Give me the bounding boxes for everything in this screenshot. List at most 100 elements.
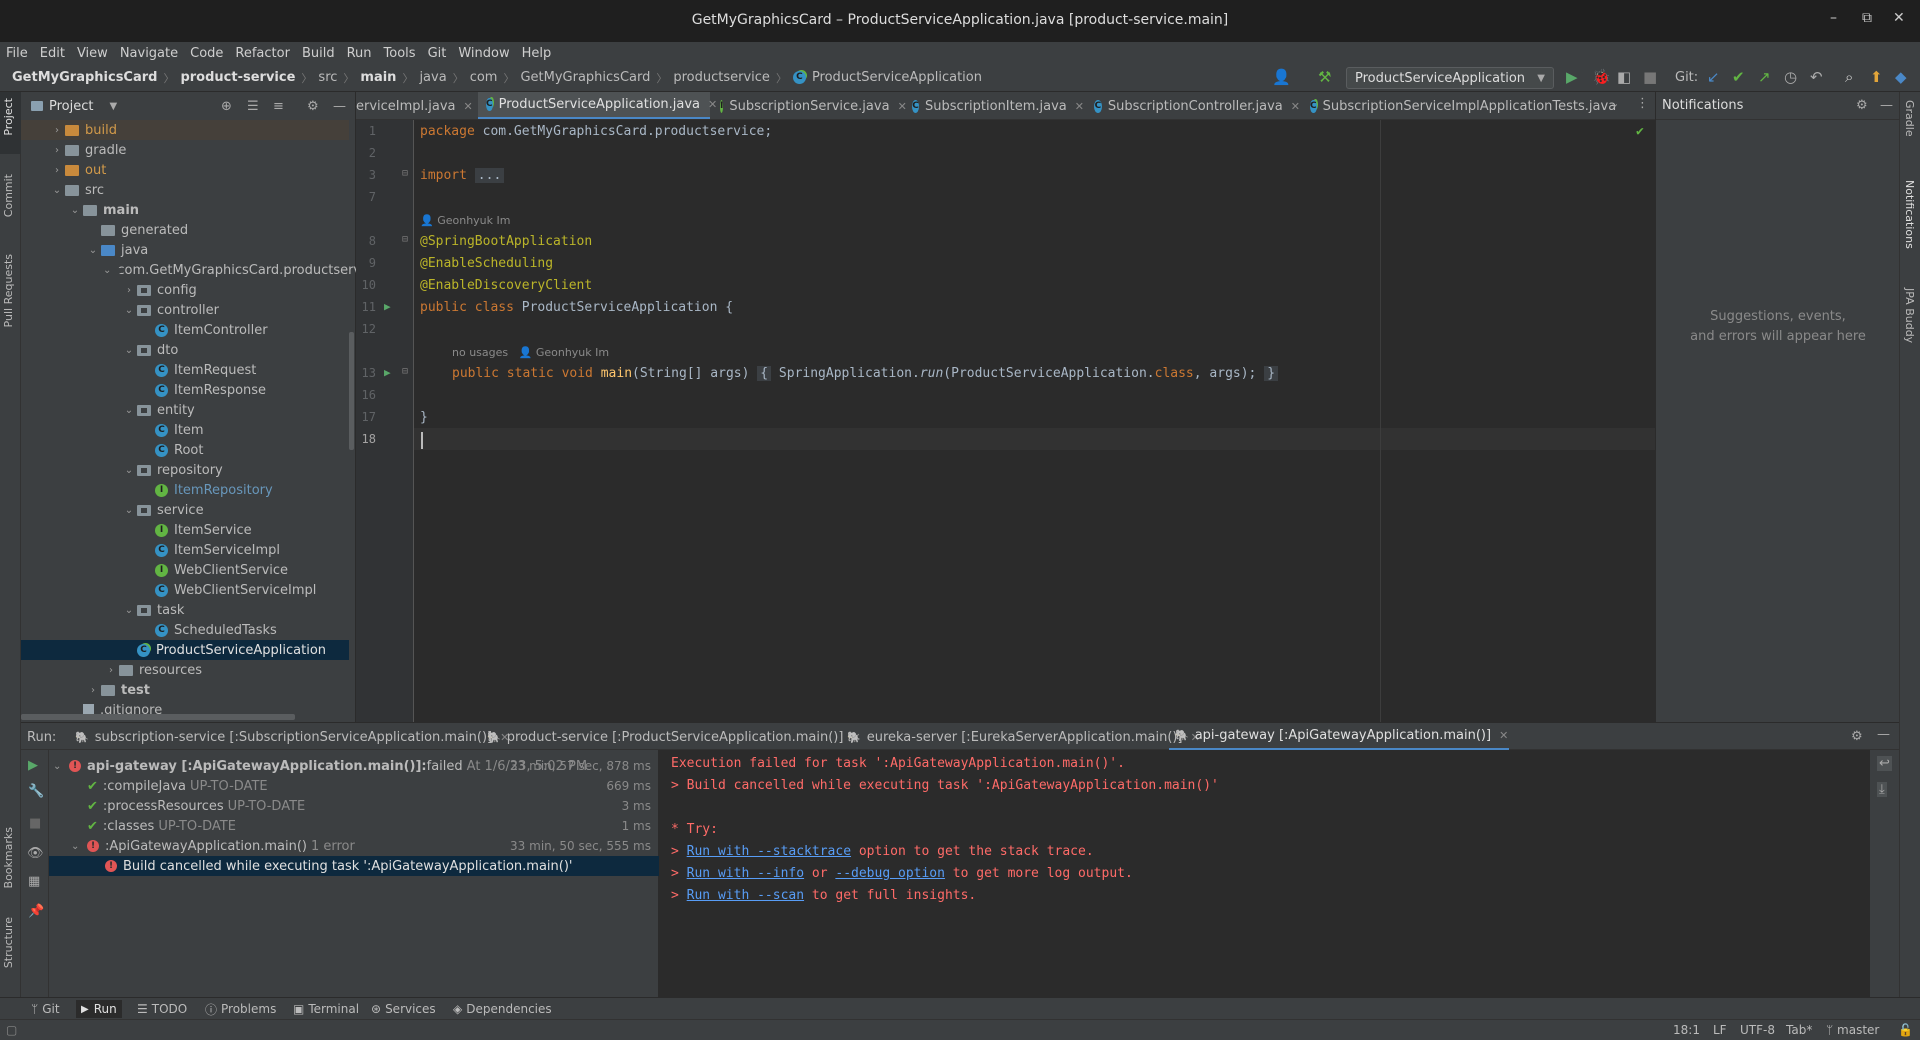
chevron-icon[interactable]: ⌄ <box>121 305 137 316</box>
project-panel-title[interactable]: Project <box>49 99 93 114</box>
rollback-icon[interactable]: ↶ <box>1810 68 1823 86</box>
editor-tab[interactable]: C SubscriptionServiceImplApplicationTests… <box>1302 92 1616 119</box>
tool-tab-gradle[interactable]: Gradle <box>1903 100 1916 137</box>
user-icon[interactable]: 👤 <box>1272 68 1291 86</box>
jetbrains-logo-icon[interactable]: ◆ <box>1895 68 1907 86</box>
tool-tab-jpa-buddy[interactable]: JPA Buddy <box>1903 288 1916 343</box>
tool-tab-bookmarks[interactable]: Bookmarks <box>2 827 15 888</box>
chevron-down-icon[interactable]: ⌄ <box>71 841 87 852</box>
chevron-icon[interactable]: ⌄ <box>103 265 111 276</box>
editor-tab[interactable]: erviceImpl.java ✕ <box>356 92 478 119</box>
project-tree-item[interactable]: C ItemResponse <box>21 380 349 400</box>
tool-tab-git[interactable]: ᛘ Git <box>26 1000 65 1018</box>
breadcrumb-subpackage[interactable]: productservice <box>673 70 770 85</box>
fold-icon[interactable]: ⊟ <box>402 168 408 179</box>
line-separator[interactable]: LF <box>1713 1023 1727 1037</box>
breadcrumb-file[interactable]: ProductServiceApplication <box>812 70 982 85</box>
menu-edit[interactable]: Edit <box>40 46 65 61</box>
chevron-icon[interactable]: ⌄ <box>121 345 137 356</box>
chevron-icon[interactable]: ⌄ <box>49 185 65 196</box>
file-encoding[interactable]: UTF-8 <box>1740 1023 1775 1037</box>
breadcrumb-src[interactable]: src <box>318 70 337 85</box>
chevron-icon[interactable]: › <box>121 285 137 296</box>
project-tree-item[interactable]: C Item <box>21 420 349 440</box>
lock-icon[interactable]: 🔓 <box>1898 1023 1913 1037</box>
run-tab[interactable]: 🐘 subscription-service [:SubscriptionServ… <box>69 723 509 751</box>
restore-button[interactable]: ⧉ <box>1862 10 1872 26</box>
project-tree-item[interactable]: ⌄ dto <box>21 340 349 360</box>
menu-run[interactable]: Run <box>347 46 372 61</box>
project-tree-item[interactable]: › config <box>21 280 349 300</box>
menu-help[interactable]: Help <box>522 46 552 61</box>
close-tab-icon[interactable]: ✕ <box>1291 100 1300 113</box>
project-tree-item[interactable]: ⌄ src <box>21 180 349 200</box>
project-tree-item[interactable]: ⌄ com.GetMyGraphicsCard.productservice <box>21 260 380 280</box>
editor-tab[interactable]: C SubscriptionItem.java ✕ <box>904 92 1084 119</box>
menu-git[interactable]: Git <box>428 46 447 61</box>
menu-build[interactable]: Build <box>302 46 335 61</box>
expand-all-icon[interactable]: ☰ <box>247 99 259 114</box>
project-tree-item[interactable]: generated <box>21 220 349 240</box>
chevron-icon[interactable]: › <box>49 145 65 156</box>
menu-window[interactable]: Window <box>458 46 509 61</box>
scan-link[interactable]: Run with --scan <box>687 888 804 903</box>
project-tree-item[interactable]: › test <box>21 680 349 700</box>
gear-icon[interactable]: ⚙ <box>1851 729 1863 744</box>
tool-tab-todo[interactable]: ☰ TODO <box>132 1000 192 1018</box>
project-tree-item[interactable]: ⌄ java <box>21 240 349 260</box>
breadcrumb-package[interactable]: GetMyGraphicsCard <box>520 70 650 85</box>
panel-toggle-icon[interactable]: ▢ <box>6 1023 17 1037</box>
tool-tab-terminal[interactable]: ▣ Terminal <box>288 1000 364 1018</box>
project-tree-item[interactable]: C ItemController <box>21 320 349 340</box>
editor-tab[interactable]: I SubscriptionService.java ✕ <box>712 92 907 119</box>
chevron-icon[interactable]: › <box>49 165 65 176</box>
breadcrumb-com[interactable]: com <box>470 70 498 85</box>
project-tree-item[interactable]: › resources <box>21 660 349 680</box>
hide-panel-icon[interactable]: — <box>1880 98 1893 113</box>
crosshair-icon[interactable]: ⊕ <box>221 99 232 114</box>
chevron-icon[interactable]: ⌄ <box>85 245 101 256</box>
project-tree-item[interactable]: I WebClientService <box>21 560 349 580</box>
rerun-icon[interactable]: ▶ <box>28 758 38 773</box>
build-tree-item[interactable]: ! Build cancelled while executing task ':… <box>49 856 659 876</box>
project-tree-item[interactable]: › out <box>21 160 349 180</box>
breadcrumb-java[interactable]: java <box>419 70 446 85</box>
chevron-down-icon[interactable]: ⌄ <box>53 761 69 772</box>
chevron-icon[interactable]: ⌄ <box>121 465 137 476</box>
inspection-ok-icon[interactable]: ✔ <box>1636 124 1644 139</box>
caret-position[interactable]: 18:1 <box>1673 1023 1700 1037</box>
tree-h-scrollbar[interactable] <box>21 714 295 720</box>
run-tab[interactable]: 🐘 api-gateway [:ApiGatewayApplication.mai… <box>1169 723 1509 751</box>
breadcrumb-module[interactable]: product-service <box>180 70 295 85</box>
chevron-down-icon[interactable]: ▼ <box>109 101 117 112</box>
tool-tab-problems[interactable]: ⓘ Problems <box>200 1000 281 1018</box>
hide-panel-icon[interactable]: — <box>333 99 346 114</box>
project-tree-item[interactable]: ⌄ task <box>21 600 349 620</box>
usages-hint[interactable]: no usages 👤 Geonhyuk Im <box>452 346 609 359</box>
code-editor[interactable]: ✔ package com.GetMyGraphicsCard.products… <box>414 120 1655 722</box>
history-icon[interactable]: ◷ <box>1784 68 1797 86</box>
minimize-button[interactable]: – <box>1830 10 1837 26</box>
scroll-to-end-icon[interactable]: ⤓ <box>1877 782 1887 797</box>
close-button[interactable]: ✕ <box>1893 10 1905 26</box>
menu-view[interactable]: View <box>77 46 108 61</box>
fold-icon[interactable]: ⊟ <box>402 366 408 377</box>
project-tree-item[interactable]: › gradle <box>21 140 349 160</box>
project-tree-item[interactable]: › build <box>21 120 349 140</box>
tool-tab-structure[interactable]: Structure <box>2 917 15 968</box>
run-tab[interactable]: 🐘 eureka-server [:EurekaServerApplication… <box>841 723 1200 751</box>
run-icon[interactable]: ▶ <box>1566 68 1578 86</box>
soft-wrap-icon[interactable]: ↩ <box>1877 756 1892 771</box>
project-tree-item[interactable]: ⌄ repository <box>21 460 349 480</box>
menu-file[interactable]: File <box>6 46 28 61</box>
project-tree-item[interactable]: ⌄ controller <box>21 300 349 320</box>
tool-tab-run[interactable]: ▶ Run <box>76 1000 122 1018</box>
project-tree-item[interactable]: I ItemRepository <box>21 480 349 500</box>
git-commit-icon[interactable]: ✔ <box>1732 68 1745 86</box>
build-tree-item[interactable]: ⌄! api-gateway [:ApiGatewayApplication.ma… <box>49 756 659 776</box>
layout-icon[interactable]: ▦ <box>28 874 40 889</box>
project-tree-item[interactable]: ⌄ main <box>21 200 349 220</box>
wrench-icon[interactable]: 🔧 <box>28 784 44 799</box>
eye-icon[interactable]: 👁 <box>27 846 44 861</box>
run-tab[interactable]: 🐘 product-service [:ProductServiceApplica… <box>481 723 861 751</box>
